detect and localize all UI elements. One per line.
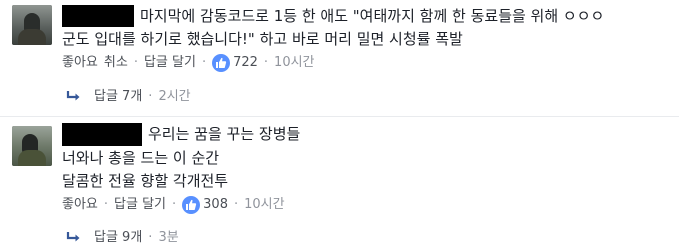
like-count: 308 [203,197,228,212]
reply-button[interactable]: 답글 달기 [144,54,196,72]
view-replies-link[interactable]: 답글 9개 · 3분 [66,229,179,247]
like-button[interactable]: 좋아요 [62,196,98,214]
redacted-author-name [62,123,142,146]
separator-dot: · [133,55,138,70]
like-count-badge[interactable]: 722 [212,54,258,72]
comment-text-line-2: 군도 입대를 하기로 했습니다!" 하고 바로 머리 밀면 시청률 폭발 [62,30,463,48]
comment-text-line-1: 마지막에 감동코드로 1등 한 애도 "여태까지 함께 한 동료들을 위해 ㅇㅇ… [140,7,605,25]
comment-timestamp[interactable]: 10시간 [244,196,284,214]
thumbs-up-icon [182,196,201,214]
replies-count-label[interactable]: 답글 9개 [94,229,142,247]
comment-2: 우리는 꿈을 꾸는 장병들 너와나 총을 드는 이 순간 달콤한 전율 향할 각… [0,118,679,252]
comment-timestamp[interactable]: 10시간 [274,54,314,72]
comment-actions: 좋아요 · 답글 달기 · 308 · 10시간 [62,196,285,214]
separator-dot: · [263,55,269,70]
separator-dot: · [233,197,239,212]
comment-text-line-1: 우리는 꿈을 꾸는 장병들 [148,125,301,143]
separator-dot: · [103,197,109,212]
replies-timestamp: 2시간 [158,89,191,104]
avatar[interactable] [12,5,52,45]
thumbs-up-icon [212,54,231,72]
separator-dot: · [172,197,177,212]
comment-actions: 좋아요 취소 · 답글 달기 · 722 · 10시간 [62,54,315,72]
comment-text-line-2: 너와나 총을 드는 이 순간 [62,149,220,167]
reply-arrow-icon [66,91,80,101]
replies-count-label[interactable]: 답글 7개 [94,88,142,106]
separator-dot: · [148,230,153,245]
comment-text-line-3: 달콤한 전율 향할 각개전투 [62,172,229,190]
reply-button[interactable]: 답글 달기 [114,196,166,214]
reply-arrow-icon [66,232,80,242]
like-count-badge[interactable]: 308 [182,196,228,214]
cancel-like-button[interactable]: 취소 [104,54,128,72]
like-count: 722 [233,55,258,70]
comment-divider [0,116,679,117]
view-replies-link[interactable]: 답글 7개 · 2시간 [66,88,191,106]
like-button[interactable]: 좋아요 [62,54,98,72]
separator-dot: · [148,89,153,104]
separator-dot: · [201,55,207,70]
replies-timestamp: 3분 [158,230,179,245]
avatar[interactable] [12,126,52,166]
redacted-author-name [62,5,134,27]
comment-1: 마지막에 감동코드로 1등 한 애도 "여태까지 함께 한 동료들을 위해 ㅇㅇ… [0,0,679,120]
